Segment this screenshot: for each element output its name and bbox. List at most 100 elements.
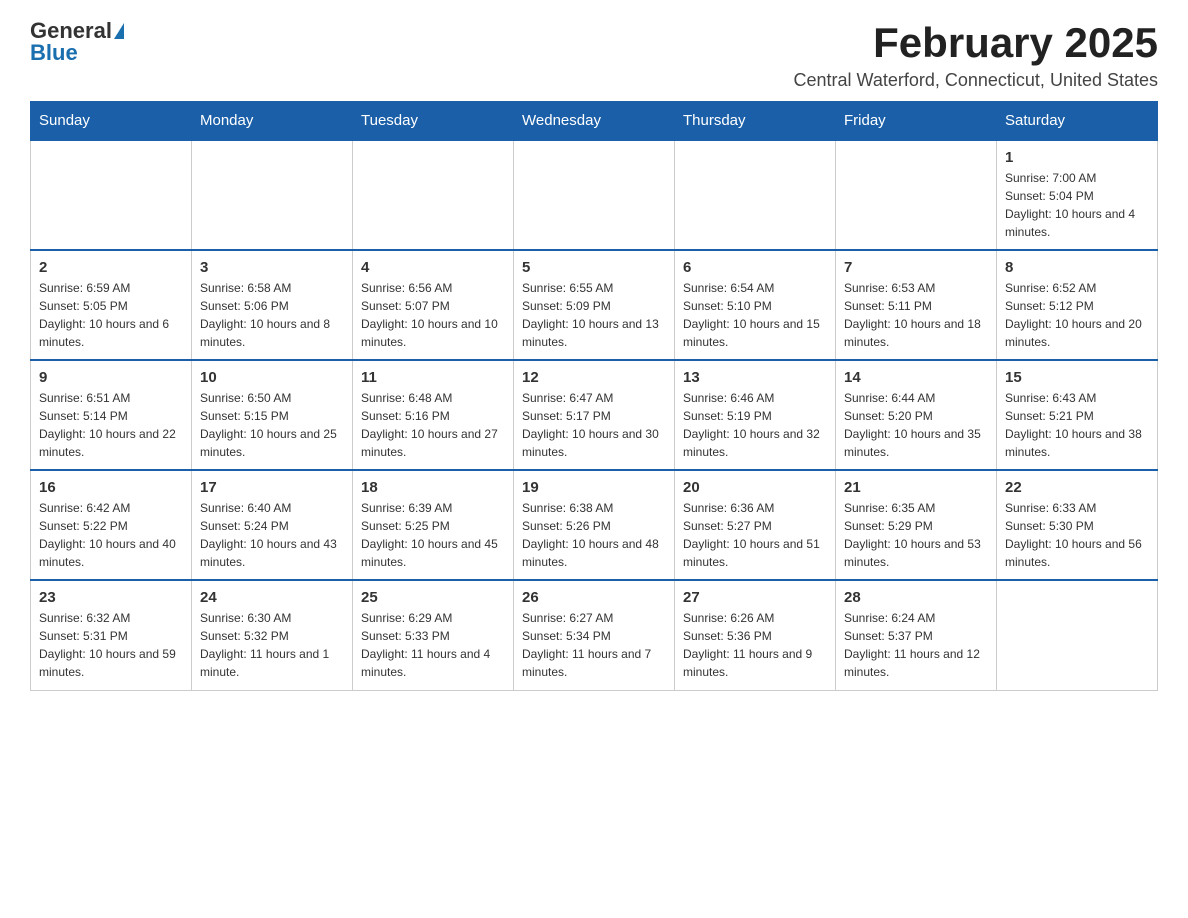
calendar-cell: 3Sunrise: 6:58 AM Sunset: 5:06 PM Daylig…	[192, 250, 353, 360]
day-number: 1	[1005, 149, 1149, 166]
day-number: 3	[200, 259, 344, 276]
calendar-cell: 6 Sunrise: 6:54 AM Sunset: 5:10 PM Daylig…	[675, 250, 836, 360]
day-number: 21	[844, 479, 988, 496]
calendar-cell: 10 Sunrise: 6:50 AM Sunset: 5:15 PM Dayli…	[192, 360, 353, 470]
calendar-cell: 13Sunrise: 6:46 AM Sunset: 5:19 PM Dayli…	[675, 360, 836, 470]
day-of-week-header: Sunday	[31, 102, 192, 141]
day-info: Sunrise: 6:42 AM Sunset: 5:22 PM Dayligh…	[39, 499, 183, 571]
calendar-cell: 16 Sunrise: 6:42 AM Sunset: 5:22 PM Dayli…	[31, 470, 192, 580]
day-of-week-header: Monday	[192, 102, 353, 141]
calendar-cell	[31, 140, 192, 250]
calendar-cell: 1 Sunrise: 7:00 AM Sunset: 5:04 PM Daylig…	[997, 140, 1158, 250]
logo-triangle-icon	[114, 23, 124, 39]
day-number: 20	[683, 479, 827, 496]
day-of-week-header: Wednesday	[514, 102, 675, 141]
page-header: General Blue February 2025 Central Water…	[30, 20, 1158, 91]
day-of-week-header: Saturday	[997, 102, 1158, 141]
day-info: Sunrise: 6:51 AM Sunset: 5:14 PM Dayligh…	[39, 389, 183, 461]
day-of-week-header: Thursday	[675, 102, 836, 141]
day-number: 26	[522, 589, 666, 606]
day-number: 25	[361, 589, 505, 606]
day-info: Sunrise: 6:27 AM Sunset: 5:34 PM Dayligh…	[522, 609, 666, 681]
day-info: Sunrise: 6:56 AM Sunset: 5:07 PM Dayligh…	[361, 279, 505, 351]
day-number: 16	[39, 479, 183, 496]
day-info: Sunrise: 6:54 AM Sunset: 5:10 PM Dayligh…	[683, 279, 827, 351]
calendar-cell: 14 Sunrise: 6:44 AM Sunset: 5:20 PM Dayli…	[836, 360, 997, 470]
calendar-week-row: 2 Sunrise: 6:59 AM Sunset: 5:05 PM Daylig…	[31, 250, 1158, 360]
day-number: 5	[522, 259, 666, 276]
calendar-cell	[997, 580, 1158, 690]
calendar-cell: 22Sunrise: 6:33 AM Sunset: 5:30 PM Dayli…	[997, 470, 1158, 580]
day-info: Sunrise: 6:55 AM Sunset: 5:09 PM Dayligh…	[522, 279, 666, 351]
calendar-cell: 27Sunrise: 6:26 AM Sunset: 5:36 PM Dayli…	[675, 580, 836, 690]
day-number: 6	[683, 259, 827, 276]
logo: General Blue	[30, 20, 124, 64]
calendar-cell	[514, 140, 675, 250]
calendar-cell: 4 Sunrise: 6:56 AM Sunset: 5:07 PM Daylig…	[353, 250, 514, 360]
calendar-cell: 21 Sunrise: 6:35 AM Sunset: 5:29 PM Dayli…	[836, 470, 997, 580]
day-info: Sunrise: 6:44 AM Sunset: 5:20 PM Dayligh…	[844, 389, 988, 461]
calendar-cell: 25Sunrise: 6:29 AM Sunset: 5:33 PM Dayli…	[353, 580, 514, 690]
day-info: Sunrise: 7:00 AM Sunset: 5:04 PM Dayligh…	[1005, 169, 1149, 241]
day-number: 17	[200, 479, 344, 496]
calendar-cell: 19Sunrise: 6:38 AM Sunset: 5:26 PM Dayli…	[514, 470, 675, 580]
calendar-cell: 15 Sunrise: 6:43 AM Sunset: 5:21 PM Dayli…	[997, 360, 1158, 470]
day-info: Sunrise: 6:39 AM Sunset: 5:25 PM Dayligh…	[361, 499, 505, 571]
calendar-header-row: SundayMondayTuesdayWednesdayThursdayFrid…	[31, 102, 1158, 141]
calendar-cell: 5 Sunrise: 6:55 AM Sunset: 5:09 PM Daylig…	[514, 250, 675, 360]
calendar-cell: 23Sunrise: 6:32 AM Sunset: 5:31 PM Dayli…	[31, 580, 192, 690]
day-info: Sunrise: 6:43 AM Sunset: 5:21 PM Dayligh…	[1005, 389, 1149, 461]
calendar-week-row: 1 Sunrise: 7:00 AM Sunset: 5:04 PM Daylig…	[31, 140, 1158, 250]
day-number: 24	[200, 589, 344, 606]
calendar-table: SundayMondayTuesdayWednesdayThursdayFrid…	[30, 101, 1158, 691]
calendar-cell: 7Sunrise: 6:53 AM Sunset: 5:11 PM Daylig…	[836, 250, 997, 360]
day-number: 12	[522, 369, 666, 386]
calendar-cell	[353, 140, 514, 250]
day-info: Sunrise: 6:30 AM Sunset: 5:32 PM Dayligh…	[200, 609, 344, 681]
calendar-cell: 18 Sunrise: 6:39 AM Sunset: 5:25 PM Dayli…	[353, 470, 514, 580]
day-number: 8	[1005, 259, 1149, 276]
day-number: 4	[361, 259, 505, 276]
day-number: 22	[1005, 479, 1149, 496]
calendar-cell: 26 Sunrise: 6:27 AM Sunset: 5:34 PM Dayli…	[514, 580, 675, 690]
calendar-cell: 12Sunrise: 6:47 AM Sunset: 5:17 PM Dayli…	[514, 360, 675, 470]
day-info: Sunrise: 6:35 AM Sunset: 5:29 PM Dayligh…	[844, 499, 988, 571]
calendar-cell	[675, 140, 836, 250]
location-subtitle: Central Waterford, Connecticut, United S…	[794, 70, 1159, 91]
calendar-week-row: 23Sunrise: 6:32 AM Sunset: 5:31 PM Dayli…	[31, 580, 1158, 690]
calendar-cell	[836, 140, 997, 250]
title-section: February 2025 Central Waterford, Connect…	[794, 20, 1159, 91]
day-info: Sunrise: 6:48 AM Sunset: 5:16 PM Dayligh…	[361, 389, 505, 461]
day-info: Sunrise: 6:38 AM Sunset: 5:26 PM Dayligh…	[522, 499, 666, 571]
day-info: Sunrise: 6:50 AM Sunset: 5:15 PM Dayligh…	[200, 389, 344, 461]
calendar-cell: 11Sunrise: 6:48 AM Sunset: 5:16 PM Dayli…	[353, 360, 514, 470]
calendar-cell: 2 Sunrise: 6:59 AM Sunset: 5:05 PM Daylig…	[31, 250, 192, 360]
calendar-cell: 20 Sunrise: 6:36 AM Sunset: 5:27 PM Dayli…	[675, 470, 836, 580]
calendar-cell: 28 Sunrise: 6:24 AM Sunset: 5:37 PM Dayli…	[836, 580, 997, 690]
calendar-cell	[192, 140, 353, 250]
calendar-cell: 17Sunrise: 6:40 AM Sunset: 5:24 PM Dayli…	[192, 470, 353, 580]
day-number: 15	[1005, 369, 1149, 386]
day-of-week-header: Friday	[836, 102, 997, 141]
day-info: Sunrise: 6:36 AM Sunset: 5:27 PM Dayligh…	[683, 499, 827, 571]
calendar-cell: 8 Sunrise: 6:52 AM Sunset: 5:12 PM Daylig…	[997, 250, 1158, 360]
calendar-cell: 24 Sunrise: 6:30 AM Sunset: 5:32 PM Dayli…	[192, 580, 353, 690]
day-number: 14	[844, 369, 988, 386]
logo-blue-text: Blue	[30, 42, 78, 64]
day-info: Sunrise: 6:24 AM Sunset: 5:37 PM Dayligh…	[844, 609, 988, 681]
calendar-cell: 9 Sunrise: 6:51 AM Sunset: 5:14 PM Daylig…	[31, 360, 192, 470]
day-info: Sunrise: 6:26 AM Sunset: 5:36 PM Dayligh…	[683, 609, 827, 681]
day-number: 28	[844, 589, 988, 606]
day-number: 9	[39, 369, 183, 386]
day-of-week-header: Tuesday	[353, 102, 514, 141]
month-title: February 2025	[794, 20, 1159, 66]
day-number: 10	[200, 369, 344, 386]
day-number: 18	[361, 479, 505, 496]
calendar-week-row: 16 Sunrise: 6:42 AM Sunset: 5:22 PM Dayli…	[31, 470, 1158, 580]
day-number: 2	[39, 259, 183, 276]
day-number: 7	[844, 259, 988, 276]
day-info: Sunrise: 6:59 AM Sunset: 5:05 PM Dayligh…	[39, 279, 183, 351]
day-number: 23	[39, 589, 183, 606]
calendar-week-row: 9 Sunrise: 6:51 AM Sunset: 5:14 PM Daylig…	[31, 360, 1158, 470]
day-info: Sunrise: 6:52 AM Sunset: 5:12 PM Dayligh…	[1005, 279, 1149, 351]
